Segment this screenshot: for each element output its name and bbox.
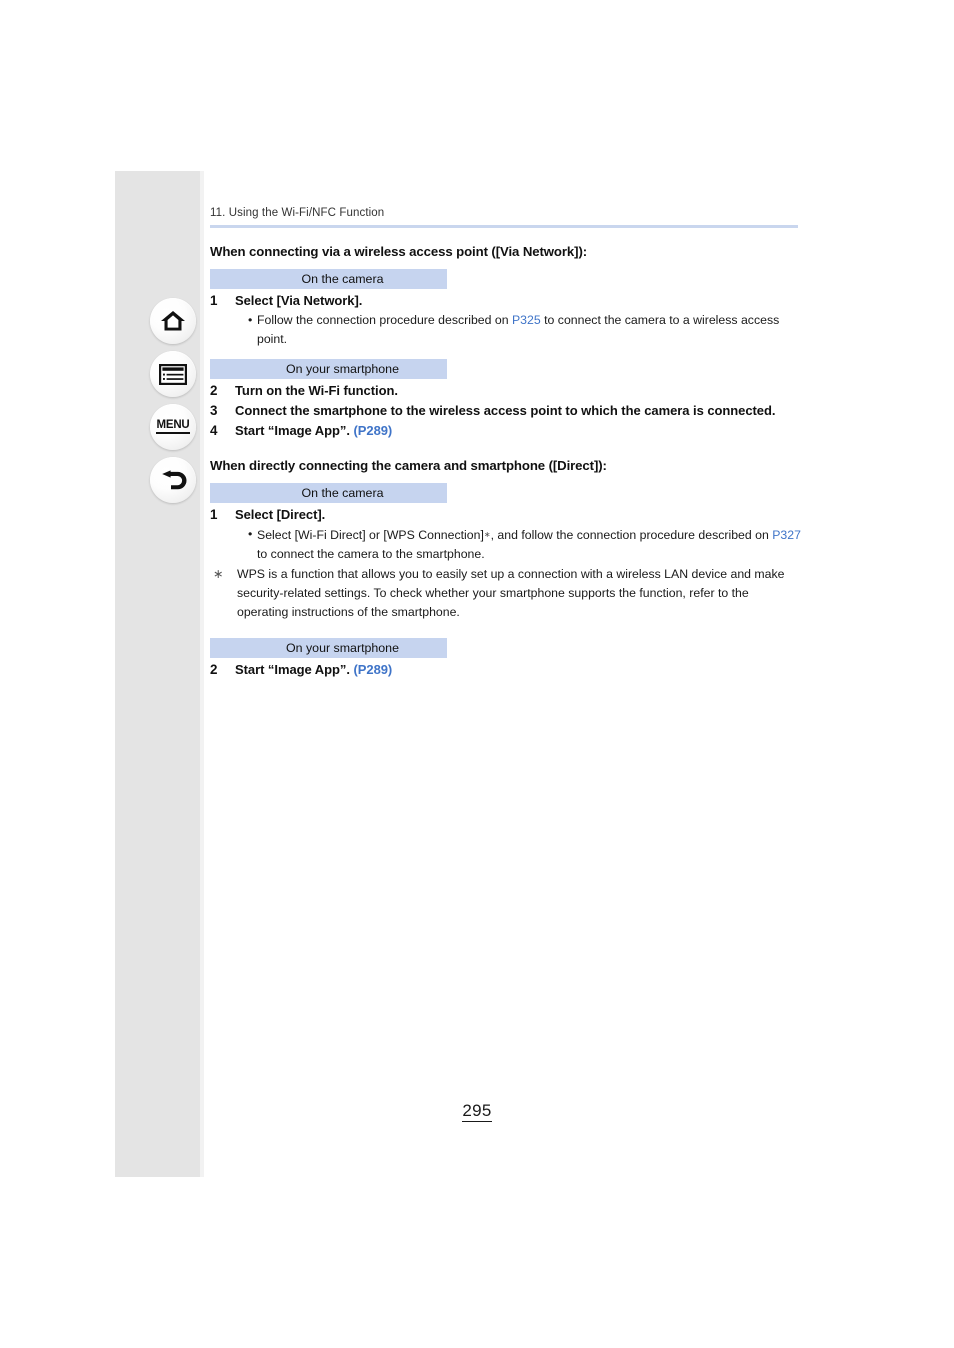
menu-label: MENU — [156, 419, 190, 435]
device-label-on-your-smartphone: On your smartphone — [210, 359, 447, 379]
breadcrumb: 11. Using the Wi-Fi/NFC Function — [210, 207, 385, 219]
header-rule — [210, 225, 798, 228]
step-label: Turn on the Wi-Fi function. — [235, 383, 398, 398]
home-button[interactable] — [150, 298, 196, 344]
section-heading-via-network: When connecting via a wireless access po… — [210, 244, 588, 259]
bullet-text-pre: Follow the connection procedure describe… — [257, 313, 512, 327]
page-content: 11. Using the Wi-Fi/NFC Function When co… — [210, 206, 804, 679]
menu-button[interactable]: MENU — [150, 404, 196, 450]
device-label-on-the-camera: On the camera — [210, 269, 447, 289]
home-icon — [160, 309, 186, 333]
step-item: 4 Start “Image App”. (P289) — [210, 421, 804, 440]
bullet-text-pre: Select [Wi-Fi Direct] or [WPS Connection… — [257, 528, 484, 542]
bullet-text-mid: , and follow the connection procedure de… — [490, 528, 773, 542]
step-number: 1 — [210, 507, 218, 522]
sidebar-nav: MENU — [150, 298, 200, 510]
footnote-mark: ∗ — [213, 567, 224, 581]
step-item: 1 Select [Via Network]. — [210, 291, 804, 310]
bullet-item: • Follow the connection procedure descri… — [248, 311, 804, 349]
footnote-marker: ∗ — [483, 530, 491, 539]
page-link-p289[interactable]: (P289) — [353, 662, 392, 677]
page-number: 295 — [0, 1101, 954, 1122]
step-item: 1 Select [Direct]. — [210, 505, 804, 524]
step-label: Start “Image App”. (P289) — [235, 660, 392, 679]
step-item: 2 Start “Image App”. (P289) — [210, 660, 804, 679]
contents-icon — [159, 363, 187, 385]
step-label: Select [Direct]. — [235, 507, 326, 522]
page-number-value: 295 — [462, 1101, 492, 1122]
footnote-text: WPS is a function that allows you to eas… — [237, 567, 785, 619]
page-link-p327[interactable]: P327 — [772, 528, 801, 542]
step-label: Start “Image App”. (P289) — [235, 421, 392, 440]
bullet-dot: • — [248, 313, 253, 327]
contents-button[interactable] — [150, 351, 196, 397]
device-label-on-your-smartphone: On your smartphone — [210, 638, 447, 658]
page-link-p289[interactable]: (P289) — [353, 423, 392, 438]
step-number: 4 — [210, 423, 218, 438]
step-label-text: Start “Image App”. — [235, 423, 350, 438]
section-heading-direct: When directly connecting the camera and … — [210, 458, 607, 473]
step-number: 2 — [210, 662, 218, 677]
sidebar-edge-highlight — [200, 171, 204, 1177]
bullet-text: Select [Wi-Fi Direct] or [WPS Connection… — [257, 525, 804, 564]
bullet-text: Follow the connection procedure describe… — [257, 311, 804, 349]
footnote: ∗ WPS is a function that allows you to e… — [210, 565, 804, 622]
back-button[interactable] — [150, 457, 196, 503]
step-label: Connect the smartphone to the wireless a… — [235, 403, 776, 418]
step-label-text: Start “Image App”. — [235, 662, 350, 677]
step-number: 2 — [210, 383, 218, 398]
bullet-dot: • — [248, 527, 253, 541]
bullet-item: • Select [Wi-Fi Direct] or [WPS Connecti… — [248, 525, 804, 564]
device-label-on-the-camera: On the camera — [210, 483, 447, 503]
back-icon — [160, 469, 187, 492]
step-item: 3 Connect the smartphone to the wireless… — [210, 401, 804, 420]
page-link-p325[interactable]: P325 — [512, 313, 541, 327]
step-label: Select [Via Network]. — [235, 293, 363, 308]
step-number: 1 — [210, 293, 218, 308]
step-item: 2 Turn on the Wi-Fi function. — [210, 381, 804, 400]
step-number: 3 — [210, 403, 218, 418]
bullet-text-post: to connect the camera to the smartphone. — [257, 547, 485, 561]
